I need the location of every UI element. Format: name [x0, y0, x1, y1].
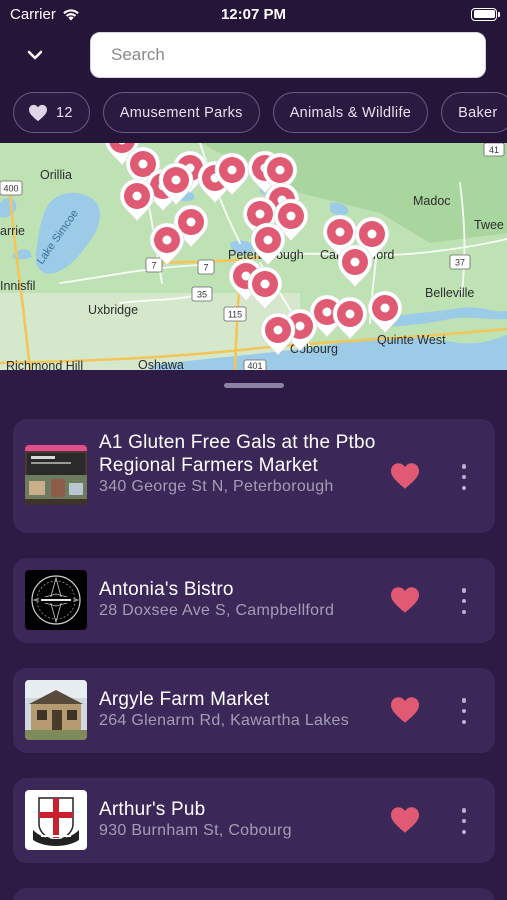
status-time: 12:07 PM	[220, 5, 287, 23]
more-options-button[interactable]	[455, 806, 473, 836]
status-bar: Carrier 12:07 PM	[0, 0, 507, 28]
map-label-madoc: Madoc	[413, 194, 451, 208]
listing-name: Argyle Farm Market	[99, 689, 270, 710]
chip-amusement-parks[interactable]: Amusement Parks	[102, 92, 260, 133]
listing-info: A1 Gluten Free Gals at the Ptbo Regional…	[99, 431, 383, 496]
favorite-button[interactable]	[389, 696, 423, 726]
chip-bakeries[interactable]: Baker	[441, 92, 507, 133]
sheet-drag-handle[interactable]	[224, 383, 284, 388]
battery-icon	[471, 7, 500, 21]
more-options-button[interactable]	[455, 462, 473, 492]
map-label-richmond-hill: Richmond Hill	[6, 359, 83, 370]
listing-thumbnail	[25, 570, 87, 630]
more-dot	[461, 598, 467, 604]
results-sheet: A1 Gluten Free Gals at the Ptbo Regional…	[0, 370, 507, 900]
map-label-innisfil: Innisfil	[0, 279, 35, 293]
listing-info: Antonia's Bistro 28 Doxsee Ave S, Campbe…	[99, 578, 383, 620]
more-dot	[461, 474, 467, 480]
listing-thumbnail	[25, 445, 87, 505]
favorites-chip[interactable]: 12	[13, 92, 90, 133]
listing-address: 264 Glenarm Rd, Kawartha Lakes	[99, 712, 350, 729]
more-dot	[461, 719, 467, 724]
map-label-tweed: Twee	[474, 218, 504, 232]
carrier-info: Carrier	[10, 6, 180, 23]
favorites-count: 12	[56, 104, 73, 121]
listing-info: Arthur's Pub 930 Burnham St, Cobourg	[99, 798, 383, 840]
carrier-label: Carrier	[10, 5, 56, 23]
favorite-button[interactable]	[389, 586, 423, 616]
listing-name: A1 Gluten Free Gals at the Ptbo Regional…	[99, 432, 376, 476]
more-dot	[461, 708, 467, 714]
listing-name: Arthur's Pub	[99, 799, 206, 820]
listing-card[interactable]	[13, 888, 495, 900]
map-label-oshawa: Oshawa	[138, 358, 184, 370]
more-dot	[461, 829, 467, 834]
road-shield-35: 35	[191, 286, 213, 302]
listing-address: 28 Doxsee Ave S, Campbellford	[99, 602, 335, 619]
more-dot	[461, 609, 467, 614]
search-input[interactable]	[111, 45, 465, 65]
listing-address: 930 Burnham St, Cobourg	[99, 822, 292, 839]
collapse-button[interactable]	[20, 42, 50, 68]
heart-icon	[29, 104, 47, 121]
map-label-barrie: arrie	[0, 224, 25, 238]
road-shield-7a: 7	[145, 257, 163, 273]
map-label-uxbridge: Uxbridge	[88, 303, 138, 317]
svg-text:7: 7	[151, 261, 156, 271]
svg-text:7: 7	[203, 263, 208, 273]
search-box[interactable]	[90, 32, 486, 78]
listing-card[interactable]: A1 Gluten Free Gals at the Ptbo Regional…	[13, 419, 495, 533]
more-options-button[interactable]	[455, 696, 473, 726]
road-shield-400: 400	[0, 180, 23, 196]
listing-thumbnail	[25, 790, 87, 850]
listing-card[interactable]: Arthur's Pub 930 Burnham St, Cobourg	[13, 778, 495, 863]
chevron-down-icon	[27, 50, 43, 60]
more-dot	[461, 485, 467, 490]
svg-text:41: 41	[489, 145, 499, 155]
heart-icon	[391, 807, 419, 833]
road-shield-115: 115	[223, 306, 247, 322]
svg-text:37: 37	[455, 258, 465, 268]
more-dot	[461, 818, 467, 824]
more-dot	[461, 698, 467, 703]
map-label-belleville: Belleville	[425, 286, 474, 300]
header: 12 Amusement Parks Animals & Wildlife Ba…	[0, 28, 507, 143]
more-dot	[461, 464, 467, 469]
svg-text:115: 115	[228, 310, 242, 320]
road-shield-41: 41	[483, 143, 505, 157]
filter-chips: 12 Amusement Parks Animals & Wildlife Ba…	[13, 92, 507, 133]
more-dot	[461, 588, 467, 593]
heart-icon	[391, 463, 419, 489]
listing-thumbnail	[25, 680, 87, 740]
battery-indicator	[327, 7, 500, 21]
svg-text:400: 400	[3, 184, 18, 194]
map-label-quinte-west: Quinte West	[377, 333, 446, 347]
road-shield-7b: 7	[197, 259, 215, 275]
listing-name: Antonia's Bistro	[99, 579, 234, 600]
wifi-icon	[63, 8, 79, 20]
listing-card[interactable]: Antonia's Bistro 28 Doxsee Ave S, Campbe…	[13, 558, 495, 643]
heart-icon	[391, 697, 419, 723]
map-view[interactable]: 400 41 7 7 35 115 37 401 Orillia arrie I…	[0, 143, 507, 370]
favorite-button[interactable]	[389, 806, 423, 836]
listing-address: 340 George St N, Peterborough	[99, 478, 334, 495]
map-canvas[interactable]: 400 41 7 7 35 115 37 401 Orillia arrie I…	[0, 143, 507, 370]
svg-text:35: 35	[197, 290, 207, 300]
svg-text:401: 401	[247, 361, 262, 370]
more-options-button[interactable]	[455, 586, 473, 616]
heart-icon	[391, 587, 419, 613]
map-label-orillia: Orillia	[40, 168, 72, 182]
listing-info: Argyle Farm Market 264 Glenarm Rd, Kawar…	[99, 688, 383, 730]
road-shield-37: 37	[449, 254, 471, 270]
favorite-button[interactable]	[389, 462, 423, 492]
chip-animals-wildlife[interactable]: Animals & Wildlife	[272, 92, 429, 133]
road-shield-401: 401	[243, 359, 267, 370]
listing-card[interactable]: Argyle Farm Market 264 Glenarm Rd, Kawar…	[13, 668, 495, 753]
more-dot	[461, 808, 467, 813]
